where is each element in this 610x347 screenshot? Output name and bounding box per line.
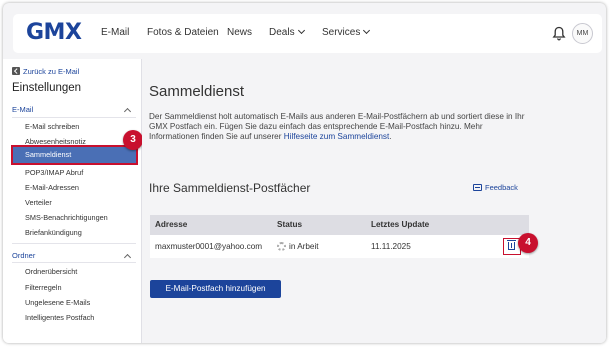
divider (12, 117, 136, 118)
chevron-down-icon (363, 26, 371, 35)
row-updated: 11.11.2025 (371, 242, 411, 251)
column-header-letztes-update: Letztes Update (371, 220, 430, 229)
bell-icon[interactable] (552, 26, 566, 41)
table-header: Adresse Status Letztes Update (150, 215, 529, 235)
sidebar-item-ordneruebersicht[interactable]: Ordnerübersicht (25, 267, 77, 277)
sidebar-item-ungelesene[interactable]: Ungelesene E-Mails (25, 298, 90, 308)
row-status-label: in Arbeit (289, 242, 319, 251)
top-navigation-bar: GMX E-Mail Fotos & Dateien News Deals Se… (13, 14, 602, 53)
back-to-email-link[interactable]: Zurück zu E-Mail (12, 67, 79, 77)
sidebar-item-briefankuendigung[interactable]: Briefankündigung (25, 228, 82, 238)
sidebar-item-email-adressen[interactable]: E-Mail-Adressen (25, 183, 79, 193)
column-header-adresse: Adresse (155, 220, 188, 229)
page-description: Der Sammeldienst holt automatisch E-Mail… (149, 112, 527, 143)
section-email-header[interactable]: E-Mail (12, 105, 33, 115)
main-content: Sammeldienst Der Sammeldienst holt autom… (142, 59, 606, 343)
add-mailbox-button[interactable]: E-Mail-Postfach hinzufügen (150, 280, 281, 298)
step-callout-3: 3 (123, 130, 143, 150)
chevron-up-icon[interactable] (123, 253, 132, 262)
nav-deals-label: Deals (269, 27, 295, 38)
sidebar-item-sammeldienst[interactable]: Sammeldienst (11, 145, 138, 165)
sidebar-item-label: Sammeldienst (25, 150, 72, 159)
row-address: maxmuster0001@yahoo.com (155, 242, 263, 251)
section-ordner-header[interactable]: Ordner (12, 251, 35, 261)
description-end: . (389, 132, 392, 142)
sidebar-item-sms[interactable]: SMS-Benachrichtigungen (25, 213, 108, 223)
column-header-status: Status (277, 220, 303, 229)
loading-spinner-icon (277, 242, 286, 251)
nav-services-label: Services (322, 27, 361, 38)
nav-email[interactable]: E-Mail (101, 27, 129, 39)
chevron-down-icon (297, 26, 305, 35)
nav-news[interactable]: News (227, 27, 252, 39)
section-title: Ihre Sammeldienst-Postfächer (149, 181, 311, 195)
app-window: GMX E-Mail Fotos & Dateien News Deals Se… (3, 3, 606, 343)
row-status: in Arbeit (277, 242, 319, 252)
gmx-logo[interactable]: GMX (26, 20, 82, 46)
sidebar-item-email-schreiben[interactable]: E-Mail schreiben (25, 122, 79, 132)
sidebar-item-abwesenheitsnotiz[interactable]: Abwesenheitsnotiz (25, 137, 86, 147)
step-callout-4: 4 (518, 233, 538, 253)
chevron-up-icon[interactable] (123, 107, 132, 116)
sidebar-item-pop3-imap[interactable]: POP3/IMAP Abruf (25, 168, 83, 178)
back-arrow-icon (12, 67, 20, 75)
divider (12, 262, 136, 263)
sidebar-item-verteiler[interactable]: Verteiler (25, 198, 52, 208)
avatar[interactable]: MM (572, 23, 593, 44)
sidebar-item-intelligentes-postfach[interactable]: Intelligentes Postfach (25, 313, 94, 323)
trash-icon (507, 240, 516, 250)
back-label: Zurück zu E-Mail (23, 67, 80, 76)
feedback-label: Feedback (485, 183, 518, 192)
help-link[interactable]: Hilfeseite zum Sammeldienst (284, 132, 390, 141)
nav-deals[interactable]: Deals (269, 26, 305, 39)
nav-fotos-dateien[interactable]: Fotos & Dateien (147, 27, 219, 39)
sidebar-item-filterregeln[interactable]: Filterregeln (25, 283, 62, 293)
feedback-link[interactable]: Feedback (473, 183, 518, 193)
sidebar-title: Einstellungen (12, 82, 82, 94)
table-row: maxmuster0001@yahoo.com in Arbeit 11.11.… (150, 235, 529, 258)
nav-services[interactable]: Services (322, 26, 371, 39)
settings-sidebar: Zurück zu E-Mail Einstellungen E-Mail E-… (3, 59, 142, 343)
divider (12, 243, 136, 244)
page-title: Sammeldienst (149, 83, 245, 100)
feedback-icon (473, 184, 482, 191)
